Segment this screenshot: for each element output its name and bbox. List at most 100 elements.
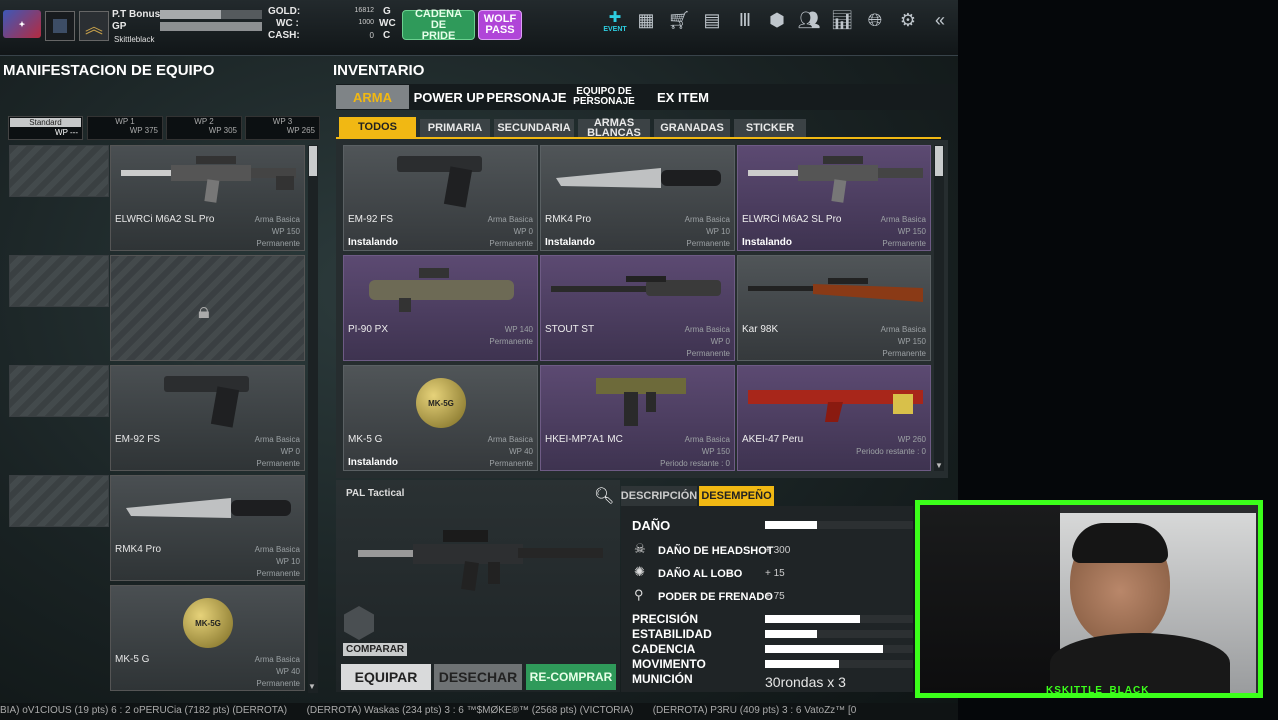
- inventory-item[interactable]: HKEI-MP7A1 MC Arma Basica WP 150 Periodo r…: [540, 365, 735, 471]
- item-status: Instalando: [545, 237, 596, 248]
- item-name: STOUT ST: [545, 324, 595, 335]
- preset-tab-standard[interactable]: Standard WP ---: [8, 116, 83, 140]
- preset-tab-wp3[interactable]: WP 3 WP 265: [245, 116, 320, 140]
- equipment-scrollbar[interactable]: [308, 145, 318, 693]
- shop-cart-icon[interactable]: 🛒︎: [666, 7, 692, 33]
- inventory-scrollbar[interactable]: [934, 145, 944, 471]
- item-name: PI-90 PX: [348, 324, 389, 335]
- equipped-slot-pistol[interactable]: EM-92 FS Arma Basica WP 0 Permanente: [110, 365, 305, 471]
- item-info: Arma Basica WP 0 Permanente: [684, 325, 730, 358]
- item-info: Arma Basica WP 0 Permanente: [487, 215, 533, 248]
- globe-icon[interactable]: 🌐︎: [862, 7, 888, 33]
- gold-label: GOLD:: [268, 6, 301, 17]
- webcam-name: KSKITTLE_BLACK: [1046, 685, 1150, 696]
- clan-emblem-icon: [45, 11, 75, 41]
- tab-personaje[interactable]: PERSONAJE: [486, 85, 566, 109]
- cash-unit: C: [383, 30, 391, 41]
- item-info: WP 140 Permanente: [489, 325, 533, 346]
- exp-bar: [160, 10, 262, 19]
- equipped-slot-grenade[interactable]: MK-5G MK-5 G Arma Basica WP 40 Permanente: [110, 585, 305, 691]
- event-button[interactable]: ✚ EVENT: [600, 8, 630, 34]
- subtab-sticker[interactable]: STICKER: [734, 119, 806, 137]
- stat-cadencia-label: CADENCIA: [632, 642, 696, 656]
- tab-arma[interactable]: ARMA: [336, 85, 409, 109]
- slot-category-pistol[interactable]: [9, 365, 109, 417]
- gold-value: 16812: [354, 7, 374, 14]
- tab-desempeno[interactable]: DESEMPEÑO: [699, 486, 774, 506]
- friends-icon[interactable]: 👥︎: [796, 7, 822, 33]
- game-logo: ✦: [3, 10, 41, 38]
- bonus-headshot-value: + 300: [765, 545, 791, 556]
- inventory-box-icon[interactable]: ▤: [699, 7, 725, 33]
- preset-tab-wp1[interactable]: WP 1 WP 375: [87, 116, 163, 140]
- tab-equipo-de-personaje[interactable]: EQUIPO DE PERSONAJE: [568, 85, 640, 109]
- wolf-pass-button[interactable]: WOLF PASS: [478, 10, 522, 40]
- clan-icon[interactable]: Ⅲ: [732, 7, 758, 33]
- rank-icon: ︽: [79, 11, 109, 41]
- sniper-image: [551, 276, 721, 296]
- inventory-item[interactable]: Kar 98K Arma Basica WP 150 Permanente: [737, 255, 931, 361]
- stats-icon[interactable]: 📊︎: [829, 7, 855, 33]
- capsule-icon[interactable]: ⬢: [764, 7, 790, 33]
- tab-ex-item[interactable]: EX ITEM: [644, 85, 722, 109]
- stat-dano-track: [765, 521, 913, 529]
- item-status: Instalando: [742, 237, 793, 248]
- stat-movimento-label: MOVIMENTO: [632, 657, 706, 671]
- slot-category-primary[interactable]: [9, 145, 109, 197]
- ranking-icon[interactable]: ▦: [633, 7, 659, 33]
- smg-image: [369, 268, 514, 312]
- item-name: HKEI-MP7A1 MC: [545, 434, 623, 445]
- preview-rifle-image: [358, 530, 603, 591]
- grenade-image: MK-5G: [416, 378, 466, 428]
- slot-category-melee[interactable]: [9, 475, 109, 527]
- slot-weapon-name: EM-92 FS: [115, 434, 161, 445]
- equip-button[interactable]: EQUIPAR: [341, 664, 431, 690]
- wc-value: 1000: [358, 19, 374, 26]
- inventory-item[interactable]: STOUT ST Arma Basica WP 0 Permanente: [540, 255, 735, 361]
- subtab-armas-blancas[interactable]: ARMAS BLANCAS: [578, 118, 650, 139]
- inventory-item[interactable]: PI-90 PX WP 140 Permanente: [343, 255, 538, 361]
- slot-weapon-info: Arma Basica WP 40 Permanente: [254, 655, 300, 688]
- item-name: EM-92 FS: [348, 214, 394, 225]
- rifle-image: [748, 278, 923, 302]
- stat-cadencia-track: [765, 645, 913, 653]
- smg-image: [596, 378, 686, 426]
- subtab-todos[interactable]: TODOS: [339, 117, 416, 137]
- cadena-de-pride-button[interactable]: CADENA DE PRIDE: [402, 8, 475, 41]
- slot-category-secondary[interactable]: [9, 255, 109, 307]
- tab-descripcion[interactable]: DESCRIPCIÓN: [621, 486, 697, 506]
- equipped-slot-primary[interactable]: ELWRCi M6A2 SL Pro Arma Basica WP 150 Perm…: [110, 145, 305, 251]
- scroll-down-icon[interactable]: ▼: [308, 682, 316, 691]
- top-bar: ✦ ︽ P.T Bonus GP Skittleblack GOLD: WC :…: [0, 0, 958, 56]
- stat-estabilidad-track: [765, 630, 913, 638]
- discard-button[interactable]: DESECHAR: [434, 664, 522, 690]
- preview-weapon-name: PAL Tactical: [346, 488, 405, 499]
- gear-icon[interactable]: ⚙: [895, 7, 921, 33]
- subtab-granadas[interactable]: GRANADAS: [654, 119, 730, 137]
- subtab-primaria[interactable]: PRIMARIA: [420, 119, 490, 137]
- inventory-item[interactable]: MK-5G MK-5 G Arma Basica WP 40 Permanente …: [343, 365, 538, 471]
- stat-precision-label: PRECISIÓN: [632, 612, 699, 626]
- zoom-icon[interactable]: 🔍︎: [594, 486, 614, 506]
- ak-rifle-image: [748, 390, 923, 422]
- subtab-secundaria[interactable]: SECUNDARIA: [494, 119, 574, 137]
- rifle-image: [121, 156, 296, 203]
- scroll-down-icon[interactable]: ▼: [935, 461, 943, 470]
- tab-power-up[interactable]: POWER UP: [413, 85, 485, 109]
- compare-button[interactable]: COMPARAR: [343, 643, 408, 656]
- item-info: WP 260 Periodo restante : 0: [856, 435, 926, 456]
- wolf-icon: ✺: [634, 564, 645, 579]
- preset-tab-wp2[interactable]: WP 2 WP 305: [166, 116, 242, 140]
- rebuy-button[interactable]: RE-COMPRAR: [526, 664, 616, 690]
- inventory-item[interactable]: ELWRCi M6A2 SL Pro Arma Basica WP 150 Perm…: [737, 145, 931, 251]
- stat-precision-fill: [765, 615, 860, 623]
- item-info: Arma Basica WP 10 Permanente: [684, 215, 730, 248]
- back-icon[interactable]: «: [927, 7, 953, 33]
- pistol-image: [397, 156, 482, 208]
- equipped-slot-melee[interactable]: RMK4 Pro Arma Basica WP 10 Permanente: [110, 475, 305, 581]
- item-name: ELWRCi M6A2 SL Pro: [742, 214, 842, 225]
- slot-weapon-name: MK-5 G: [115, 654, 150, 665]
- inventory-item[interactable]: EM-92 FS Arma Basica WP 0 Permanente Insta…: [343, 145, 538, 251]
- inventory-item[interactable]: AKEI-47 Peru WP 260 Periodo restante : 0: [737, 365, 931, 471]
- inventory-item[interactable]: RMK4 Pro Arma Basica WP 10 Permanente Inst…: [540, 145, 735, 251]
